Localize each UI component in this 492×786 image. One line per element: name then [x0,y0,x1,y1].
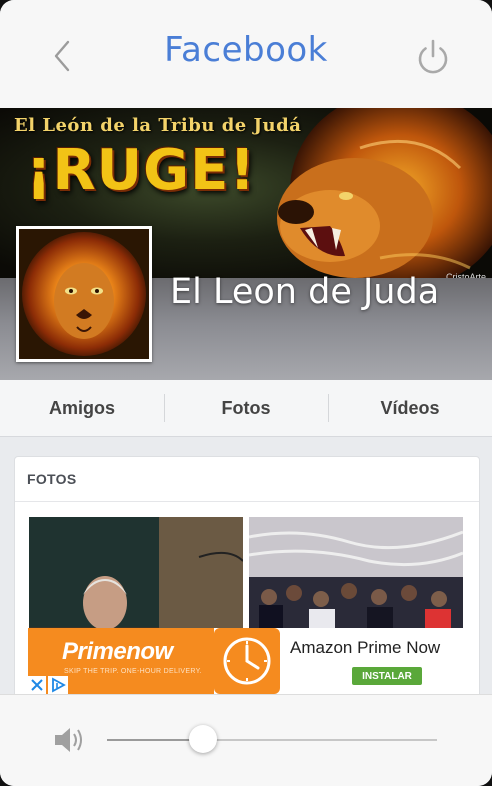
ad-title: Amazon Prime Now [290,638,441,657]
ad-choices-icon [52,677,66,693]
cover-headline: ¡RUGE! [26,138,256,203]
ad-tagline: SKIP THE TRIP. ONE-HOUR DELIVERY. [64,668,202,675]
photos-heading: FOTOS [15,457,479,502]
profile-picture[interactable] [16,226,152,362]
tab-fotos[interactable]: Fotos [164,380,328,436]
speaker-button[interactable] [52,723,88,757]
app-screen: Facebook El León de la Tribu de Judá ¡RU… [0,0,492,786]
ad-close-button[interactable] [28,676,46,694]
ad-banner[interactable]: Primenow SKIP THE TRIP. ONE-HOUR DELIVER… [28,628,464,694]
cover-tagline: El León de la Tribu de Judá [14,115,302,136]
ad-brand: Primenow [62,638,173,665]
volume-slider-thumb[interactable] [188,725,217,753]
clock-icon [223,637,271,685]
speaker-icon [55,728,82,752]
volume-bar [0,694,492,786]
power-icon [418,39,448,74]
app-header: Facebook [0,0,492,109]
ad-choices-button[interactable] [48,676,68,694]
ad-app-logo [214,628,280,694]
profile-lion-image [19,229,149,359]
volume-slider[interactable] [107,725,437,753]
close-icon [31,679,43,691]
ad-install-button[interactable]: INSTALAR [352,667,422,685]
profile-tabs: Amigos Fotos Vídeos [0,380,492,437]
power-button[interactable] [414,38,452,76]
tab-amigos[interactable]: Amigos [0,380,164,436]
page-name: El Leon de Juda [170,272,440,312]
tab-videos[interactable]: Vídeos [328,380,492,436]
